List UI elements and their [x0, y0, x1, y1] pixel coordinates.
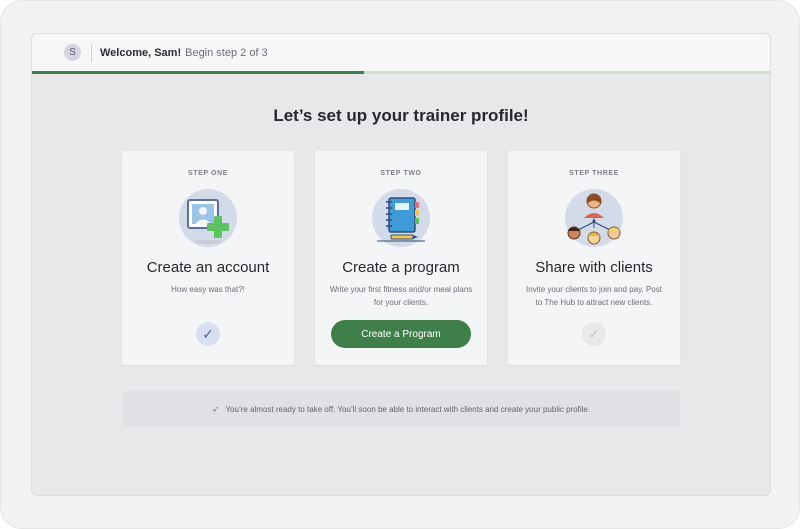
step-card-share-clients: STEP THREE Share with clients Invite you…	[508, 151, 680, 365]
step-title: Share with clients	[535, 259, 653, 276]
step-label: STEP ONE	[187, 170, 229, 177]
step-label: STEP THREE	[569, 170, 619, 177]
avatar[interactable]: S	[64, 44, 81, 61]
banner-text: You’re almost ready to take off. You’ll …	[225, 404, 591, 414]
app-screen: S Welcome, Sam! Begin step 2 of 3 Let’s …	[31, 33, 771, 496]
step-card-create-account: STEP ONE Create an account How easy was …	[122, 151, 294, 365]
step-description: Invite your clients to join and pay. Pos…	[526, 285, 662, 307]
step-card-create-program: STEP TWO Create a program Write your fir…	[315, 151, 487, 365]
clients-network-icon	[565, 189, 623, 247]
check-icon: ✓	[196, 322, 220, 346]
header-divider	[91, 43, 92, 62]
step-description: Write your first fitness and/or meal pla…	[329, 285, 473, 307]
welcome-text: Welcome, Sam!	[100, 46, 182, 59]
profile-photo-plus-icon	[179, 189, 237, 247]
notebook-pencil-icon	[372, 189, 430, 247]
step-status-text: Begin step 2 of 3	[185, 46, 268, 59]
page-title: Let’s set up your trainer profile!	[273, 106, 529, 125]
header-bar: S Welcome, Sam! Begin step 2 of 3	[32, 34, 770, 72]
progress-bar	[32, 71, 770, 74]
step-description: How easy was that?!	[171, 285, 245, 294]
rocket-icon: ➶	[211, 403, 220, 414]
check-icon: ✓	[582, 322, 606, 346]
device-frame: S Welcome, Sam! Begin step 2 of 3 Let’s …	[0, 0, 800, 529]
progress-bar-fill	[32, 71, 365, 74]
create-program-button[interactable]: Create a Program	[331, 320, 471, 348]
step-title: Create an account	[146, 259, 270, 276]
step-label: STEP TWO	[380, 170, 422, 177]
info-banner: ➶ You’re almost ready to take off. You’l…	[122, 391, 680, 427]
step-title: Create a program	[342, 259, 460, 276]
